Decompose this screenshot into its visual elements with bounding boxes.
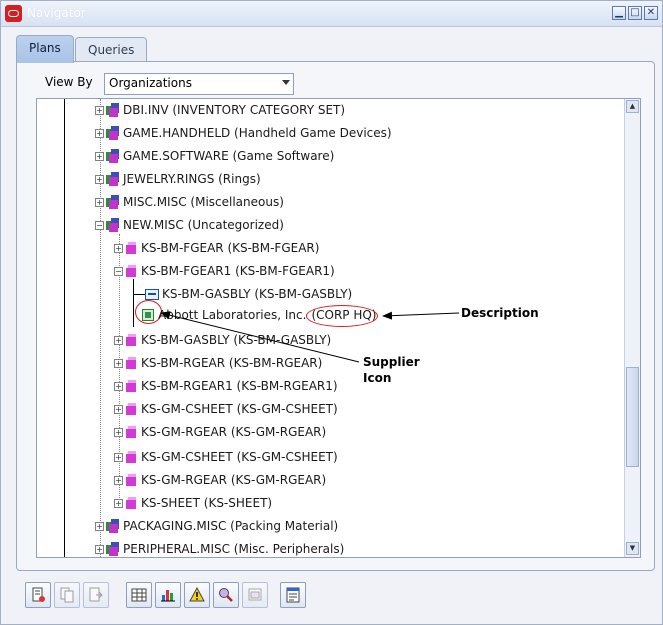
new-document-icon[interactable] — [25, 582, 51, 608]
tab-plans[interactable]: Plans — [16, 35, 74, 63]
tree-scrollbar[interactable]: ▲ ▼ — [624, 99, 640, 557]
chevron-down-icon[interactable] — [282, 80, 290, 85]
tab-queries[interactable]: Queries — [75, 37, 148, 61]
window-title: Navigator — [27, 6, 86, 20]
warning-icon[interactable] — [184, 582, 210, 608]
scroll-thumb[interactable] — [626, 367, 639, 467]
view-by-select[interactable]: Organizations — [104, 73, 294, 95]
annotation-supplier-line1: Supplier — [363, 355, 420, 369]
supplier-icon-arrow — [160, 311, 360, 363]
minimize-icon[interactable]: ▁ — [612, 6, 626, 20]
bar-chart-icon[interactable] — [155, 582, 181, 608]
tree-view[interactable]: + DBI.INV (INVENTORY CATEGORY SET) + GAM… — [36, 98, 641, 558]
annotation-description: Description — [461, 306, 539, 320]
plans-panel: View By Organizations + DBI.INV (INVENTO… — [16, 61, 655, 571]
view-by-label: View By — [45, 75, 93, 89]
navigator-window: Navigator ▁ □ ✕ Plans Queries View By Or… — [0, 0, 663, 625]
title-bar: Navigator ▁ □ ✕ — [1, 1, 662, 27]
close-icon[interactable]: ✕ — [644, 6, 658, 20]
window-icon[interactable] — [242, 582, 268, 608]
copy-document-icon[interactable] — [54, 582, 80, 608]
search-magnify-icon[interactable] — [213, 582, 239, 608]
view-by-value: Organizations — [109, 76, 192, 90]
grid-icon[interactable] — [126, 582, 152, 608]
maximize-icon[interactable]: □ — [628, 6, 642, 20]
oracle-logo-icon — [5, 5, 22, 22]
scroll-up-icon[interactable]: ▲ — [626, 100, 639, 113]
annotation-supplier-line2: Icon — [363, 371, 392, 385]
scroll-down-icon[interactable]: ▼ — [626, 542, 639, 555]
move-document-icon[interactable] — [83, 582, 109, 608]
description-arrow — [382, 311, 460, 320]
annotation-arrows — [160, 311, 460, 363]
report-icon[interactable] — [280, 582, 306, 608]
